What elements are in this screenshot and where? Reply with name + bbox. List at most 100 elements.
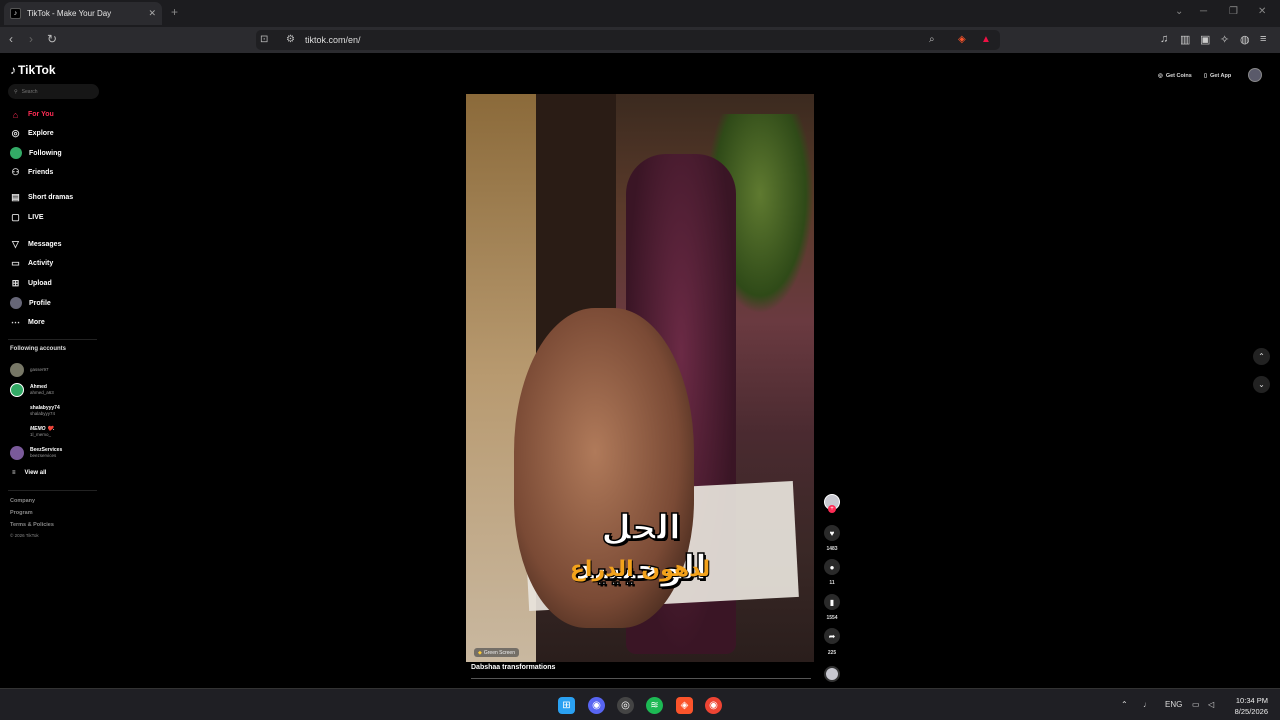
account-item[interactable]: shalabyyy74 shalabyyy74 [10, 404, 60, 418]
nav-more[interactable]: ⋯ More [10, 317, 45, 328]
clock-time: 10:34 PM [1235, 696, 1268, 705]
discord-icon[interactable]: ◉ [588, 697, 605, 714]
account-item[interactable]: gasser97 [10, 363, 49, 377]
get-coins-button[interactable]: ◎ Get Coins [1158, 69, 1192, 82]
more-icon: ⋯ [11, 317, 20, 327]
brave-shield-icon[interactable]: ◈ [958, 34, 966, 45]
language-indicator[interactable]: ENG [1165, 700, 1182, 709]
nav-for-you[interactable]: ⌂ For You [10, 109, 54, 120]
coin-icon: ◎ [1158, 72, 1163, 79]
list-icon: ≡ [12, 470, 16, 476]
site-info-icon[interactable]: ⚙ [286, 34, 295, 45]
back-icon[interactable]: ‹ [9, 32, 13, 46]
address-bar[interactable]: ⊡ ⚙ tiktok.com/en/ ⌕ ◈ ▲ [256, 30, 1000, 50]
forward-icon[interactable]: › [29, 32, 33, 46]
account-handle: beezservices [30, 453, 57, 458]
new-tab-button[interactable]: + [171, 5, 178, 19]
bookmark-icon: ▮ [829, 597, 835, 607]
following-avatar-icon [10, 147, 22, 159]
chrome-icon[interactable]: ◉ [705, 697, 722, 714]
video-caption-sub: لدهون الدراع [569, 557, 711, 582]
account-handle: 1l_memo_ [30, 432, 52, 437]
search-icon: ⚲ [14, 88, 18, 95]
close-tab-icon[interactable]: ✕ [148, 8, 156, 19]
effect-badge[interactable]: ◆ Green Screen [474, 648, 519, 657]
following-accounts-title: Following accounts [10, 346, 67, 352]
nav-live[interactable]: ▢ LIVE [10, 212, 43, 223]
nav-following[interactable]: Following [10, 147, 62, 159]
account-item[interactable]: BeezServices beezservices [10, 446, 62, 460]
menu-icon[interactable]: ≡ [1260, 33, 1266, 45]
display-icon[interactable]: ▭ [1192, 700, 1200, 709]
account-item[interactable]: MEMO ❤️. 1l_memo_ [10, 425, 55, 439]
phone-icon: ▯ [1204, 72, 1208, 79]
nav-activity[interactable]: ▭ Activity [10, 258, 53, 269]
spotify-icon[interactable]: ≋ [646, 697, 663, 714]
nav-messages[interactable]: ▽ Messages [10, 239, 61, 250]
sidebar-divider [8, 339, 97, 340]
maximize-icon[interactable]: ❐ [1229, 6, 1238, 17]
footer-program[interactable]: Program [10, 510, 33, 516]
vpn-icon[interactable]: ◍ [1240, 33, 1250, 46]
share-button[interactable]: ➦ [824, 628, 840, 644]
view-all-link[interactable]: ≡ View all [12, 470, 46, 476]
follow-plus-icon[interactable]: + [828, 505, 836, 513]
tab-list-icon[interactable]: ⌄ [1175, 6, 1183, 17]
zoom-icon[interactable]: ⌕ [929, 34, 935, 45]
user-avatar[interactable] [1248, 68, 1262, 82]
nav-friends[interactable]: ⚇ Friends [10, 167, 53, 178]
system-clock[interactable]: 10:34 PM 8/25/2026 [1224, 695, 1268, 717]
nav-upload[interactable]: ⊞ Upload [10, 278, 52, 289]
microphone-icon[interactable]: ♩ [1143, 700, 1151, 709]
sidebar-icon[interactable]: ▥ [1180, 33, 1190, 46]
messages-icon: ▽ [12, 239, 19, 249]
browser-tab[interactable]: ♪ TikTok - Make Your Day ✕ [4, 2, 162, 25]
tiktok-logo[interactable]: ♪ TikTok [10, 63, 56, 77]
avatar [10, 446, 24, 460]
like-button[interactable]: ♥ [824, 525, 840, 541]
next-video-button[interactable]: ⌄ [1253, 376, 1270, 393]
github-icon[interactable]: ◎ [617, 697, 634, 714]
leo-ai-icon[interactable]: ✧ [1220, 33, 1229, 46]
media-icon[interactable]: ♫ [1160, 33, 1168, 45]
close-window-icon[interactable]: ✕ [1258, 6, 1266, 17]
avatar [10, 383, 24, 397]
search-input[interactable]: ⚲ Search [8, 84, 99, 99]
share-icon: ➦ [828, 631, 836, 641]
tray-overflow-icon[interactable]: ⌃ [1121, 700, 1128, 709]
reload-icon[interactable]: ↻ [47, 32, 57, 46]
get-app-button[interactable]: ▯ Get App [1204, 69, 1231, 82]
music-disc-icon[interactable] [824, 666, 840, 682]
video-progress-bar[interactable] [471, 678, 811, 679]
nav-short-dramas[interactable]: ▤ Short dramas [10, 192, 73, 203]
brave-rewards-icon[interactable]: ▲ [981, 34, 991, 45]
footer-terms[interactable]: Terms & Policies [10, 522, 54, 528]
bookmark-icon[interactable]: ⊡ [260, 34, 268, 45]
friends-icon: ⚇ [11, 167, 20, 177]
chevron-up-icon: ⌃ [1258, 352, 1265, 361]
nav-explore[interactable]: ◎ Explore [10, 128, 54, 139]
comment-button[interactable]: ● [824, 559, 840, 575]
minimize-icon[interactable]: ─ [1200, 6, 1207, 17]
footer-company[interactable]: Company [10, 498, 35, 504]
volume-icon[interactable]: ◁ [1208, 700, 1214, 709]
tab-title: TikTok - Make Your Day [27, 9, 112, 18]
chevron-down-icon: ⌄ [1258, 380, 1265, 389]
home-icon: ⌂ [12, 109, 19, 120]
save-count: 1554 [826, 615, 838, 621]
activity-icon: ▭ [11, 258, 20, 268]
account-item[interactable]: Ahmed ahmed_a63 [10, 383, 54, 397]
video-title: Dabshaa transformations [471, 664, 556, 671]
like-count: 1483 [826, 546, 838, 552]
windows-start-icon[interactable]: ⊞ [558, 697, 575, 714]
wallet-icon[interactable]: ▣ [1200, 33, 1210, 46]
browser-tab-strip: ♪ TikTok - Make Your Day ✕ + ⌄ ─ ❐ ✕ [0, 0, 1280, 27]
brave-browser-icon[interactable]: ◈ [676, 697, 693, 714]
nav-profile[interactable]: Profile [10, 297, 51, 309]
save-button[interactable]: ▮ [824, 594, 840, 610]
previous-video-button[interactable]: ⌃ [1253, 348, 1270, 365]
tiktok-note-icon: ♪ [10, 63, 16, 77]
account-handle: shalabyyy74 [30, 411, 56, 416]
footer-copyright: © 2026 TikTok [10, 533, 39, 538]
url-text[interactable]: tiktok.com/en/ [305, 35, 361, 45]
